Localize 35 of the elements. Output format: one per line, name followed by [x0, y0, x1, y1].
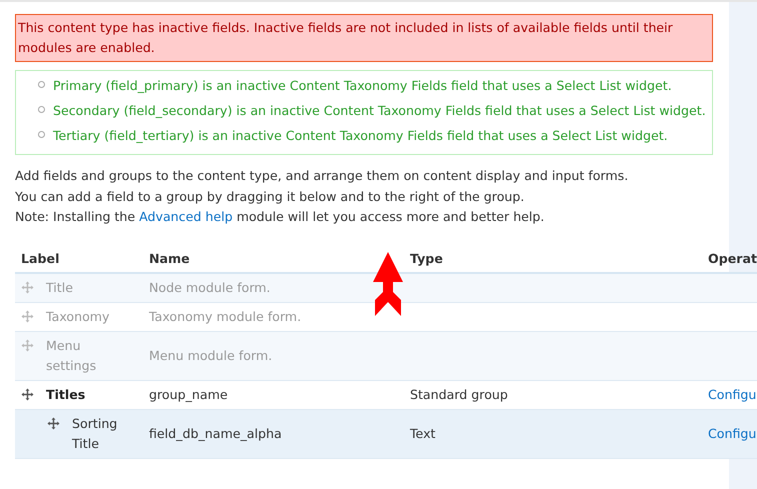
help-text: Note: Installing the Advanced help module will let you access more and better help.: [15, 208, 546, 226]
row-label: Menu settings: [46, 336, 98, 375]
status-text: Tertiary (field_tertiary) is an inactive Content Taxonomy Fields field that uses a Select List widget.: [53, 127, 668, 145]
field-name: group_name: [149, 386, 228, 402]
field-name: field_db_name_alpha: [149, 426, 282, 440]
row-label: Title: [46, 278, 74, 296]
drag-handle-icon[interactable]: [21, 388, 34, 400]
status-text: Secondary (field_secondary) is an inactive Content Taxonomy Fields field that uses a Select List widget.: [53, 102, 706, 120]
configure-link[interactable]: Configu: [708, 426, 756, 440]
help-text: Add fields and groups to the content type, and arrange them on content display and input forms.: [15, 167, 630, 185]
drag-handle-icon[interactable]: [21, 338, 34, 352]
row-label: Taxonomy: [46, 308, 111, 326]
field-name: Menu module form.: [149, 348, 272, 362]
arrow-drawing: [373, 252, 403, 316]
drag-handle-icon[interactable]: [47, 416, 60, 430]
error-message: This content type has inactive fields. Inactive fields are not included in lists of available fields until their modules are enabled.: [15, 14, 713, 62]
drag-handle-icon[interactable]: [21, 310, 34, 322]
drag-handle-icon[interactable]: [21, 280, 34, 294]
bullet-icon: [38, 81, 45, 88]
field-name: Node module form.: [149, 280, 270, 294]
bullet-icon: [38, 106, 45, 113]
column-header: Label: [21, 250, 60, 266]
column-header: Operat: [708, 250, 757, 266]
field-type: Standard group: [410, 386, 508, 402]
bullet-icon: [38, 131, 45, 138]
field-type: Text: [410, 426, 436, 440]
field-name: Taxonomy module form.: [149, 308, 302, 324]
configure-link[interactable]: Configu: [708, 386, 756, 402]
status-text: Primary (field_primary) is an inactive Content Taxonomy Fields field that uses a Select List widget.: [53, 77, 672, 95]
row-label: Sorting Title: [72, 414, 118, 452]
column-header: Type: [410, 250, 443, 266]
row-label: Titles: [46, 386, 86, 404]
advanced-help-link[interactable]: Advanced help: [139, 209, 233, 224]
help-text: You can add a field to a group by dragging it below and to the right of the group.: [15, 188, 526, 206]
column-header: Name: [149, 250, 190, 266]
